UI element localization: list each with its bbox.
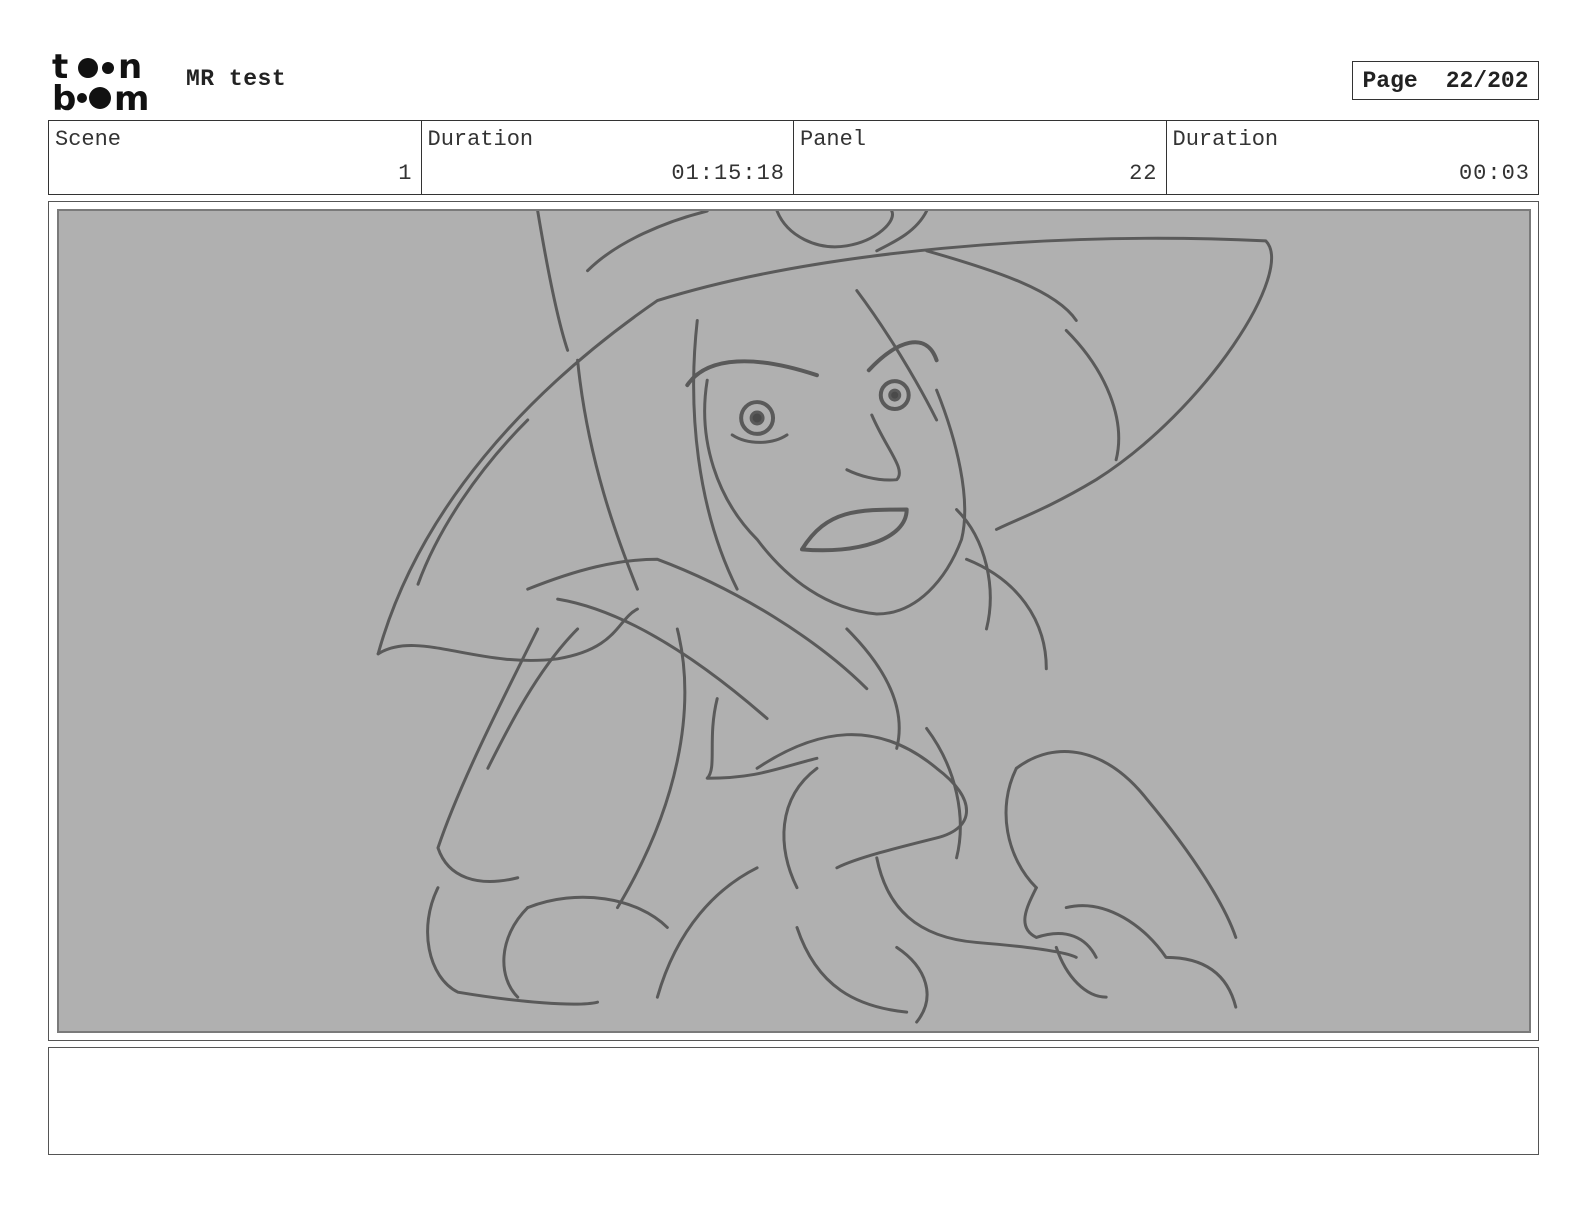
svg-text:m: m [114, 79, 149, 112]
page-indicator: Page 22/202 [1352, 61, 1539, 100]
svg-text:b: b [52, 79, 76, 112]
scene-label: Scene [55, 127, 122, 152]
panel-cell: Panel 22 [794, 121, 1167, 194]
witch-sketch-drawing [376, 211, 1273, 1024]
scene-cell: Scene 1 [49, 121, 422, 194]
page-number: 22/202 [1445, 67, 1529, 94]
toon-boom-logo: t n b m [52, 50, 149, 112]
panel-value: 22 [1129, 161, 1158, 186]
scene-duration-value: 01:15:18 [671, 161, 785, 186]
panel-duration-label: Duration [1172, 127, 1279, 152]
panel-info-row: Scene 1 Duration 01:15:18 Panel 22 Durat… [48, 120, 1539, 195]
panel-duration-cell: Duration 00:03 [1167, 121, 1539, 194]
panel-duration-value: 00:03 [1458, 161, 1530, 186]
page-label: Page [1362, 67, 1418, 94]
panel-label: Panel [800, 127, 867, 152]
project-title: MR test [186, 66, 287, 92]
panel-notes-text [49, 1048, 1538, 1064]
panel-notes-box [48, 1047, 1539, 1155]
storyboard-sketch-image [57, 209, 1531, 1033]
scene-duration-label: Duration [427, 127, 534, 152]
scene-duration-cell: Duration 01:15:18 [422, 121, 794, 194]
storyboard-panel-frame [48, 201, 1539, 1041]
scene-value: 1 [398, 161, 413, 186]
